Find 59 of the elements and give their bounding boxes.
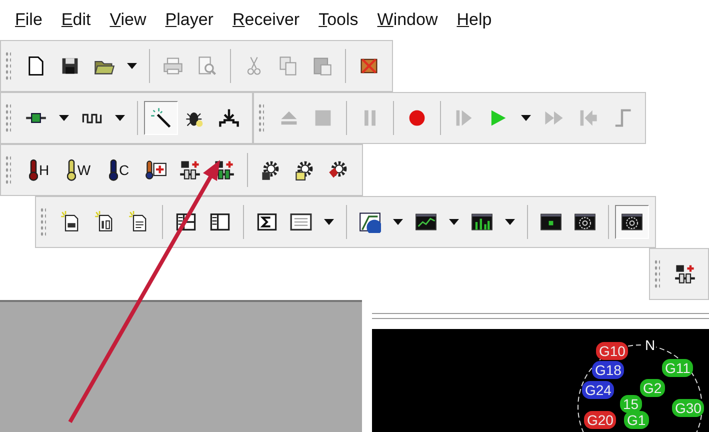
menu-item[interactable]: Window [377, 7, 438, 33]
thermometer-icon [67, 159, 76, 181]
thermometer-icon [145, 159, 167, 181]
menu-item[interactable]: Tools [318, 7, 358, 33]
satellite-marker: G18 [592, 361, 624, 379]
download-icon [218, 107, 240, 129]
grip-handle[interactable] [5, 51, 11, 81]
menu-item[interactable]: File [15, 7, 42, 33]
monitor-icon [540, 211, 562, 233]
caret-icon [324, 219, 334, 225]
satellite-marker: G30 [672, 399, 704, 417]
satellite-marker: G11 [662, 359, 694, 377]
chart-icon [359, 211, 381, 233]
caret-icon [505, 219, 515, 225]
grip-handle[interactable] [5, 103, 11, 133]
menu-item[interactable]: Edit [61, 7, 91, 33]
line-chart-icon [415, 211, 437, 233]
caret-icon [449, 219, 459, 225]
radar-icon [621, 211, 643, 233]
caret-icon [59, 115, 69, 121]
menu-item[interactable]: View [110, 7, 146, 33]
menu-item[interactable]: Receiver [232, 7, 300, 33]
bar-chart-icon [471, 211, 493, 233]
grip-handle[interactable] [654, 259, 660, 289]
satellite-marker: G2 [640, 379, 665, 397]
radar-icon [574, 211, 596, 233]
module-icon [213, 159, 235, 181]
table-icon [290, 211, 312, 233]
grip-handle[interactable] [258, 103, 264, 133]
satellite-marker: G1 [624, 411, 649, 429]
page-magnifier-icon [196, 55, 218, 77]
caret-icon [393, 219, 403, 225]
satellite-marker: G24 [582, 381, 614, 399]
menu-item[interactable]: Player [165, 7, 214, 33]
toolbar-button[interactable]: C [99, 153, 139, 187]
clipboard-icon [311, 55, 333, 77]
module-icon [674, 263, 696, 285]
thermometer-icon [28, 159, 38, 181]
grip-handle[interactable] [5, 155, 11, 185]
caret-icon [521, 115, 531, 121]
thermometer-icon [108, 159, 118, 181]
grip-handle[interactable] [40, 207, 46, 237]
printer-icon [162, 55, 184, 77]
wand-icon [150, 107, 172, 129]
layout-icon [209, 211, 231, 233]
module-icon [179, 159, 201, 181]
menu-item[interactable]: Help [456, 7, 492, 33]
satellite-marker: G10 [596, 342, 628, 360]
satellite-marker: 15 [620, 395, 642, 413]
toolbar-button[interactable] [615, 205, 649, 239]
toolbar-button[interactable]: H [19, 153, 59, 187]
direction-label: N [644, 337, 656, 353]
toolbar-button[interactable] [144, 101, 178, 135]
sigma-icon [256, 211, 278, 233]
caret-icon [115, 115, 125, 121]
caret-icon [127, 63, 137, 69]
copy-icon [277, 55, 299, 77]
toolbar-button[interactable]: W [59, 153, 99, 187]
satellite-marker: G20 [584, 411, 616, 429]
